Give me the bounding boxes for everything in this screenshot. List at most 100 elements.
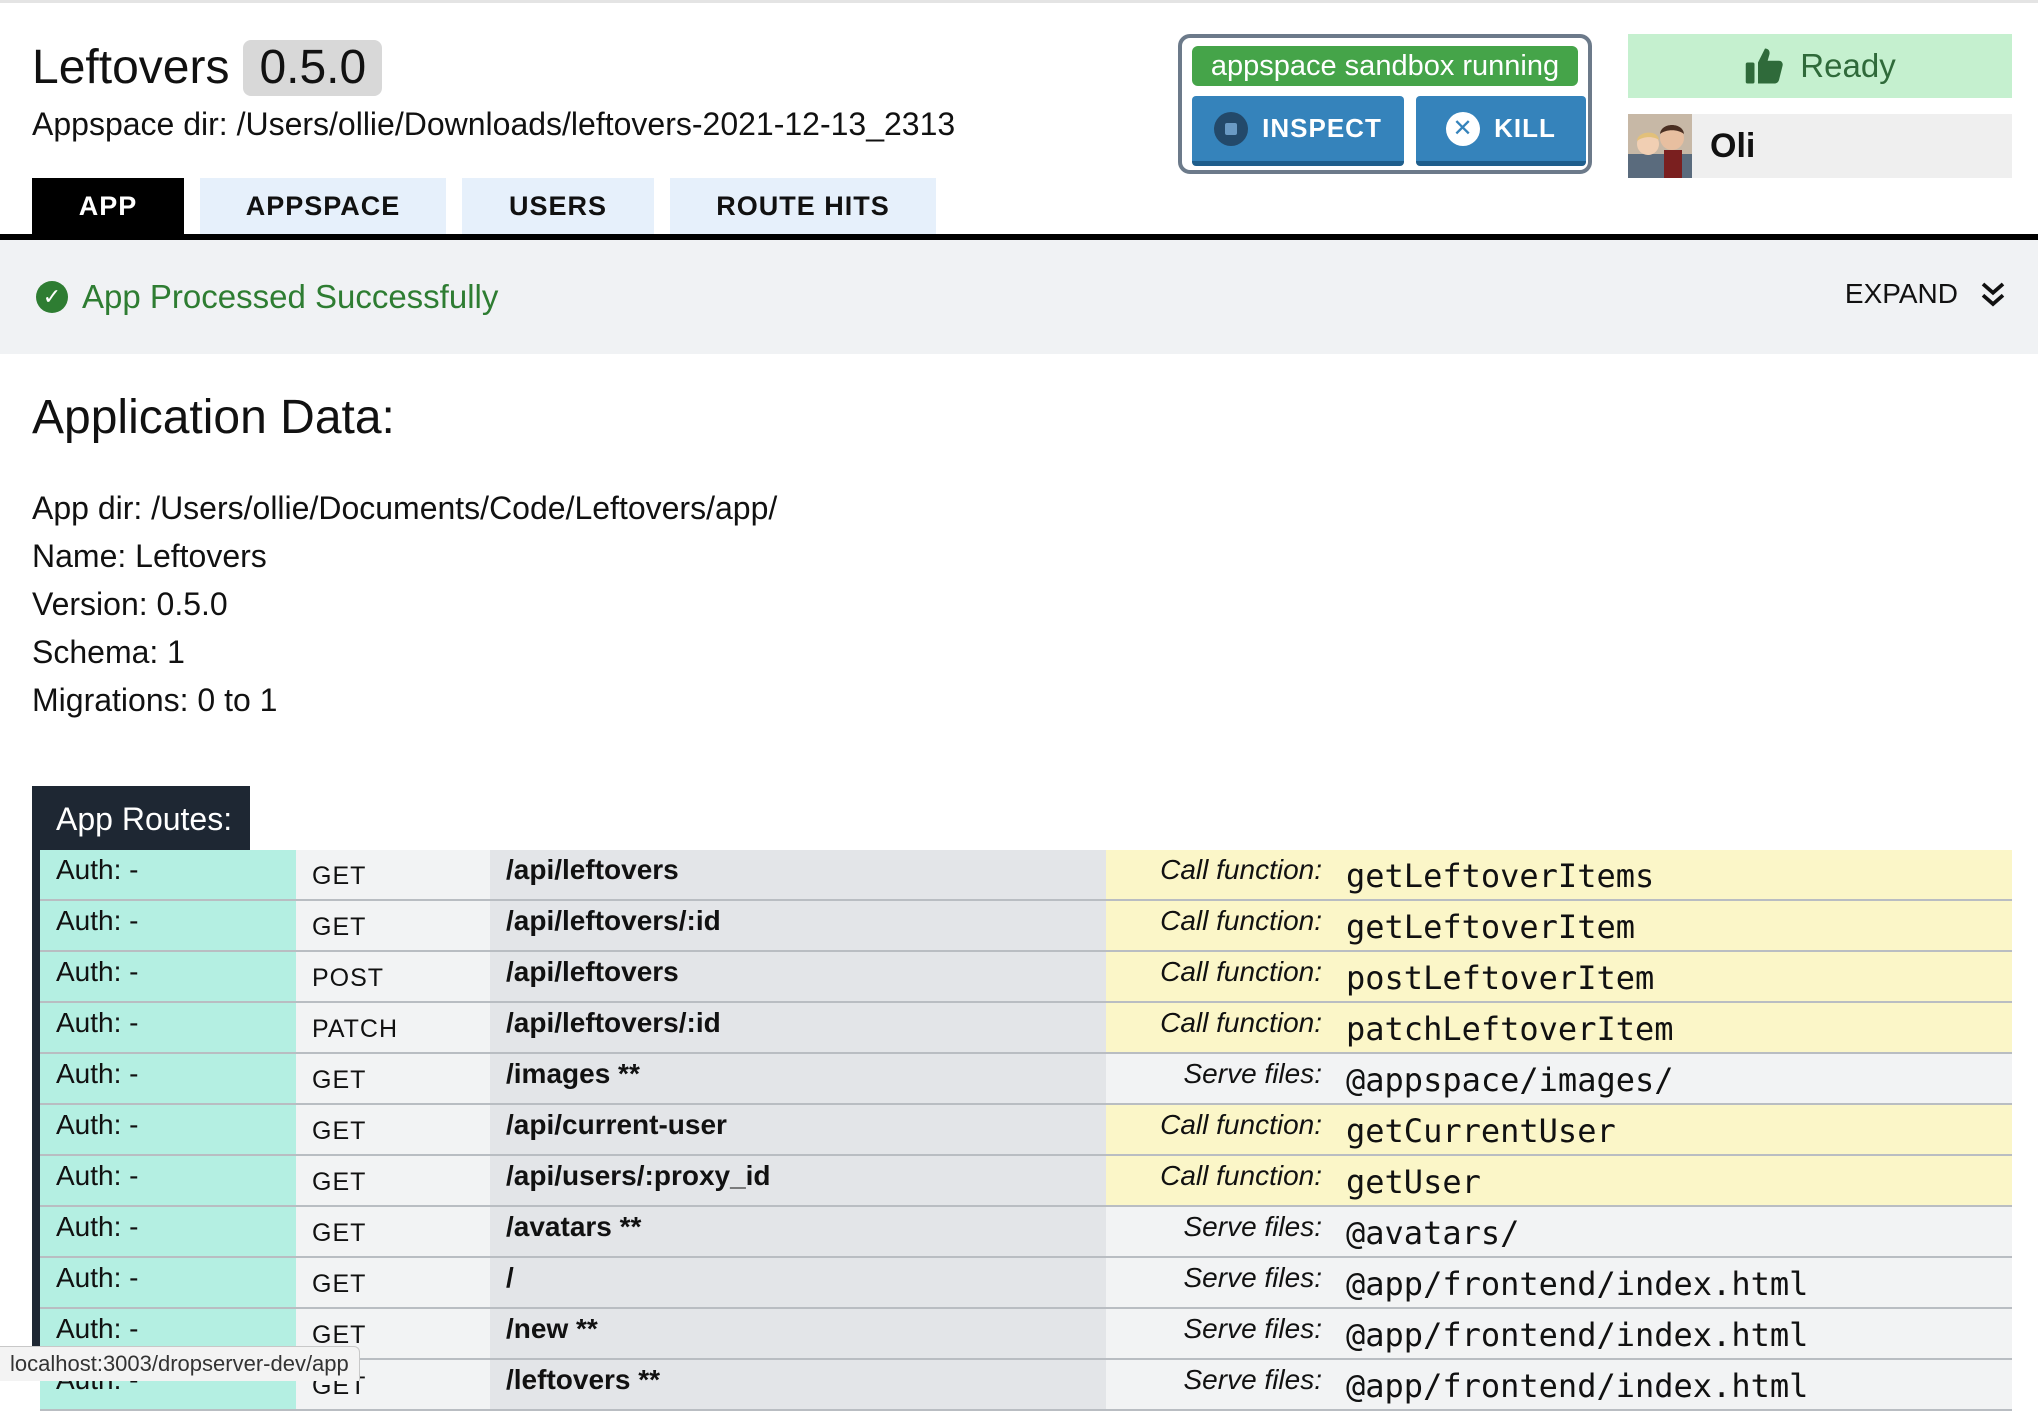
ready-label: Ready [1800, 47, 1896, 84]
route-handler-type: Call function: [1160, 1007, 1322, 1038]
route-handler: Call function: patchLeftoverItem [1106, 1003, 2012, 1052]
route-path: /api/leftovers [490, 952, 1106, 1001]
route-handler-value: getUser [1346, 1163, 1481, 1201]
inspect-label: INSPECT [1262, 113, 1382, 143]
tab-appspace[interactable]: APPSPACE [200, 178, 446, 234]
app-migrations-line: Migrations: 0 to 1 [32, 682, 278, 718]
application-data-list: App dir: /Users/ollie/Documents/Code/Lef… [32, 484, 777, 724]
app-name: Leftovers [32, 41, 230, 94]
route-handler-value: @app/frontend/index.html [1346, 1316, 1809, 1354]
top-border [0, 0, 2038, 3]
version-badge: 0.5.0 [243, 40, 383, 96]
expand-button[interactable]: EXPAND [1845, 278, 2008, 310]
route-row: Auth: - GET/avatars ** Serve files: @avatar… [40, 1207, 2012, 1258]
processing-status-bar: ✓ App Processed Successfully EXPAND [0, 240, 2038, 354]
route-method: GET [296, 1258, 490, 1307]
route-row: Auth: - GET/images ** Serve files: @appspac… [40, 1054, 2012, 1105]
expand-label: EXPAND [1844, 278, 1958, 309]
route-handler: Call function: getLeftoverItems [1106, 850, 2012, 899]
route-handler-value: patchLeftoverItem [1346, 1010, 1674, 1048]
route-handler-type: Serve files: [1183, 1364, 1323, 1395]
user-name: Oli [1710, 126, 1756, 165]
route-handler: Call function: getUser [1106, 1156, 2012, 1205]
app-title: Leftovers 0.5.0 [32, 38, 383, 98]
route-row: Auth: - GET/api/leftovers Call function: ge… [40, 850, 2012, 901]
chevron-double-down-icon [1981, 282, 2005, 307]
route-auth: Auth: - [40, 901, 296, 950]
route-auth: Auth: - [40, 952, 296, 1001]
route-handler: Call function: getCurrentUser [1106, 1105, 2012, 1154]
route-auth: Auth: - [40, 1207, 296, 1256]
tab-app[interactable]: APP [32, 178, 184, 234]
route-handler: Call function: getLeftoverItem [1106, 901, 2012, 950]
route-method: GET [296, 1207, 490, 1256]
application-data-title: Application Data: [32, 391, 395, 444]
route-handler-type: Serve files: [1183, 1262, 1323, 1293]
app-version-line: Version: 0.5.0 [32, 586, 228, 622]
route-path: /api/leftovers/:id [490, 901, 1106, 950]
route-auth: Auth: - [40, 1054, 296, 1103]
app-routes-header: App Routes: [32, 786, 250, 852]
tab-users[interactable]: USERS [462, 178, 654, 234]
ready-status: Ready [1628, 34, 2012, 98]
route-handler-value: getLeftoverItem [1346, 908, 1635, 946]
route-auth: Auth: - [40, 1156, 296, 1205]
route-row: Auth: - GET / Serve files: @app/frontend/ind… [40, 1258, 2012, 1309]
route-handler-type: Call function: [1160, 956, 1322, 987]
route-handler-type: Call function: [1160, 905, 1322, 936]
route-row: Auth: - GET/api/current-user Call function… [40, 1105, 2012, 1156]
route-row: Auth: - GET/api/leftovers/:id Call functio… [40, 901, 2012, 952]
route-auth: Auth: - [40, 1105, 296, 1154]
route-handler: Serve files: @app/frontend/index.html [1106, 1360, 2012, 1409]
route-path: /images ** [490, 1054, 1106, 1103]
route-handler: Serve files: @app/frontend/index.html [1106, 1309, 2012, 1358]
route-method: GET [296, 1054, 490, 1103]
tab-route-hits[interactable]: ROUTE HITS [670, 178, 936, 234]
route-handler-value: @app/frontend/index.html [1346, 1367, 1809, 1405]
user-badge[interactable]: Oli [1628, 114, 2012, 178]
route-handler-type: Serve files: [1183, 1211, 1323, 1242]
route-path: /api/current-user [490, 1105, 1106, 1154]
appspace-dir: Appspace dir: /Users/ollie/Downloads/lef… [32, 106, 956, 142]
browser-status-url: localhost:3003/dropserver-dev/app [0, 1346, 360, 1381]
route-row: Auth: - PATCH/api/leftovers/:id Call funct… [40, 1003, 2012, 1054]
inspect-button[interactable]: INSPECT [1192, 96, 1404, 166]
route-path: /api/leftovers/:id [490, 1003, 1106, 1052]
route-row: Auth: - GET/api/users/:proxy_id Call funct… [40, 1156, 2012, 1207]
route-handler-value: @avatars/ [1346, 1214, 1520, 1252]
kill-button[interactable]: ✕ KILL [1416, 96, 1586, 166]
route-auth: Auth: - [40, 850, 296, 899]
route-method: GET [296, 901, 490, 950]
stop-icon [1214, 111, 1249, 146]
route-handler-value: getLeftoverItems [1346, 857, 1655, 895]
route-handler-value: @appspace/images/ [1346, 1061, 1674, 1099]
route-handler: Serve files: @app/frontend/index.html [1106, 1258, 2012, 1307]
route-handler-type: Call function: [1160, 1160, 1322, 1191]
route-path: / [490, 1258, 1106, 1307]
route-path: /leftovers ** [490, 1360, 1106, 1409]
thumbs-up-icon [1746, 48, 1784, 84]
route-path: /api/leftovers [490, 850, 1106, 899]
route-path: /avatars ** [490, 1207, 1106, 1256]
route-path: /new ** [490, 1309, 1106, 1358]
route-method: GET [296, 1105, 490, 1154]
route-handler-type: Call function: [1160, 854, 1322, 885]
app-routes-table: Auth: - GET/api/leftovers Call function: ge… [40, 850, 2012, 1411]
avatar [1628, 114, 1692, 178]
app-schema-line: Schema: 1 [32, 634, 185, 670]
check-circle-icon: ✓ [36, 281, 68, 313]
route-method: GET [296, 1156, 490, 1205]
route-auth: Auth: - [40, 1003, 296, 1052]
sandbox-status-badge: appspace sandbox running [1192, 46, 1578, 86]
route-handler-type: Serve files: [1183, 1058, 1323, 1089]
route-method: PATCH [296, 1003, 490, 1052]
app-name-line: Name: Leftovers [32, 538, 267, 574]
status-text: App Processed Successfully [82, 278, 499, 315]
routes-accent-bar [32, 850, 40, 1380]
route-handler-type: Serve files: [1183, 1313, 1323, 1344]
route-row: Auth: - POST/api/leftovers Call function: p… [40, 952, 2012, 1003]
route-method: POST [296, 952, 490, 1001]
kill-label: KILL [1494, 113, 1556, 143]
route-handler: Serve files: @avatars/ [1106, 1207, 2012, 1256]
route-handler: Serve files: @appspace/images/ [1106, 1054, 2012, 1103]
